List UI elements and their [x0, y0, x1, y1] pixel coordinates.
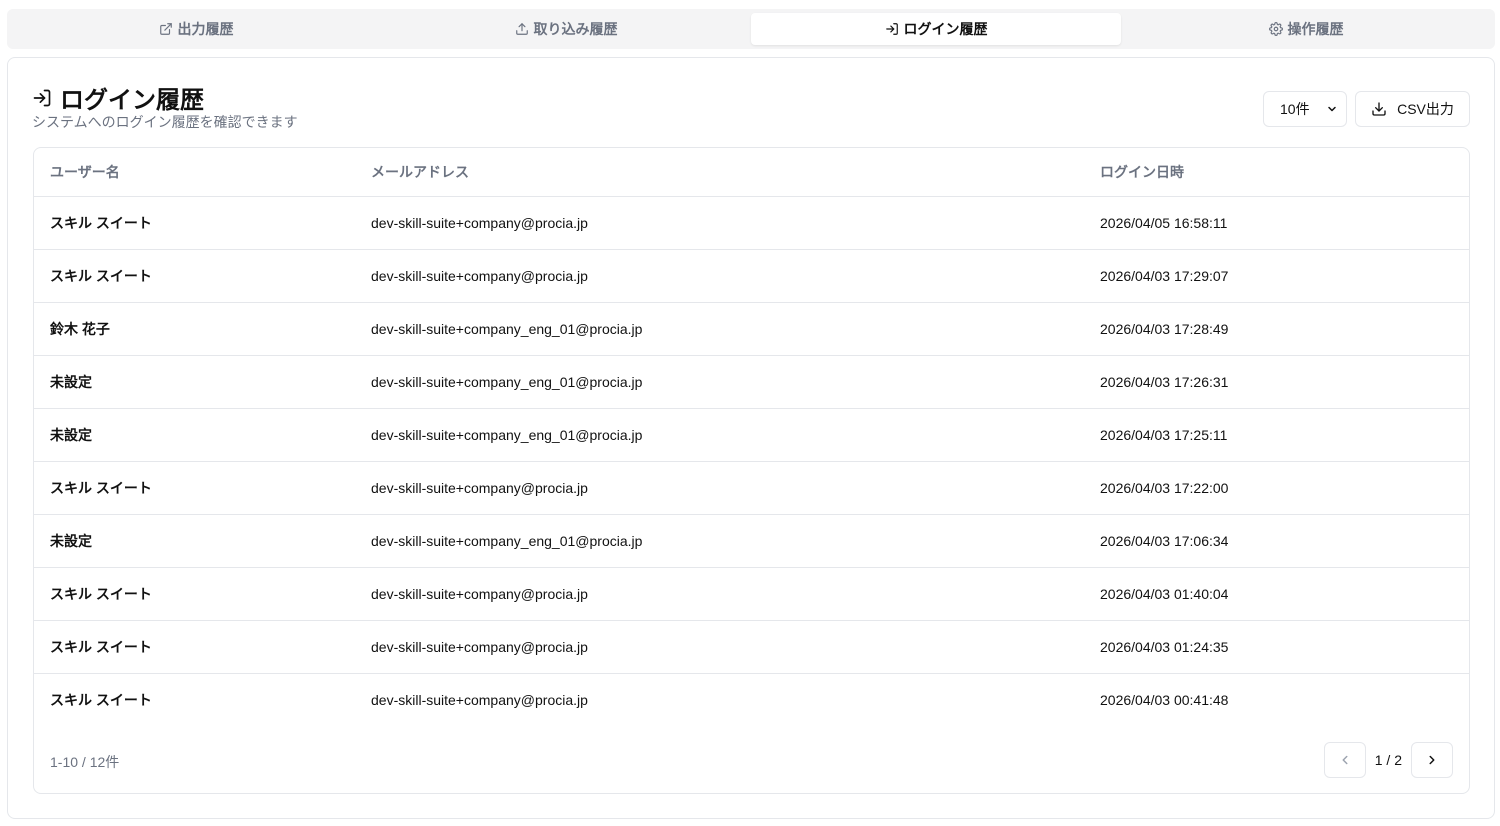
table-row: スキル スイート dev-skill-suite+company@procia.…: [34, 461, 1469, 515]
pagination: 1 / 2: [1323, 742, 1453, 778]
cell-email: dev-skill-suite+company@procia.jp: [355, 461, 1084, 515]
page-size-select[interactable]: 10件: [1263, 91, 1347, 127]
tab-label: ログイン履歴: [903, 21, 988, 37]
cell-email: dev-skill-suite+company@procia.jp: [355, 196, 1084, 250]
csv-export-button[interactable]: CSV出力: [1355, 91, 1470, 127]
cell-username: スキル スイート: [34, 461, 355, 515]
cell-username: 未設定: [34, 408, 355, 462]
login-history-table: ユーザー名 メールアドレス ログイン日時 スキル スイート dev-skill-…: [34, 148, 1469, 726]
table-row: 未設定 dev-skill-suite+company_eng_01@proci…: [34, 355, 1469, 409]
cell-username: スキル スイート: [34, 196, 355, 250]
upload-icon: [515, 23, 528, 35]
table-row: スキル スイート dev-skill-suite+company@procia.…: [34, 567, 1469, 621]
page-subtitle: システムへのログイン履歴を確認できます: [32, 114, 298, 130]
tab-operation-history[interactable]: 操作履歴: [1121, 13, 1491, 45]
cell-login-datetime: 2026/04/05 16:58:11: [1084, 196, 1469, 250]
cell-email: dev-skill-suite+company@procia.jp: [355, 567, 1084, 621]
cell-username: 未設定: [34, 355, 355, 409]
login-icon: [33, 89, 51, 106]
login-history-table-container: ユーザー名 メールアドレス ログイン日時 スキル スイート dev-skill-…: [33, 147, 1470, 794]
download-icon: [1372, 102, 1386, 116]
column-header-email: メールアドレス: [355, 148, 1084, 197]
cell-username: 鈴木 花子: [34, 302, 355, 356]
cell-login-datetime: 2026/04/03 01:24:35: [1084, 620, 1469, 674]
csv-export-label: CSV出力: [1397, 101, 1454, 117]
cell-username: 未設定: [34, 514, 355, 568]
previous-page-button[interactable]: [1323, 742, 1366, 778]
login-icon: [885, 23, 898, 35]
tab-import-history[interactable]: 取り込み履歴: [381, 13, 751, 45]
cell-login-datetime: 2026/04/03 01:40:04: [1084, 567, 1469, 621]
cell-username: スキル スイート: [34, 249, 355, 303]
cell-login-datetime: 2026/04/03 17:06:34: [1084, 514, 1469, 568]
column-header-username: ユーザー名: [34, 148, 355, 197]
cell-login-datetime: 2026/04/03 00:41:48: [1100, 691, 1229, 708]
tab-export-history[interactable]: 出力履歴: [11, 13, 381, 45]
gear-icon: [1268, 22, 1283, 36]
table-header-row: ユーザー名 メールアドレス ログイン日時: [34, 148, 1469, 197]
table-row: スキル スイート dev-skill-suite+company@procia.…: [34, 196, 1469, 250]
result-range-text: 1-10 / 12件: [50, 754, 120, 770]
table-row: スキル スイート dev-skill-suite+company@procia.…: [34, 249, 1469, 303]
cell-email: dev-skill-suite+company@procia.jp: [355, 249, 1084, 303]
cell-login-datetime: 2026/04/03 17:26:31: [1084, 355, 1469, 409]
next-page-button[interactable]: [1411, 742, 1453, 778]
table-row: 鈴木 花子 dev-skill-suite+company_eng_01@pro…: [34, 302, 1469, 356]
page-indicator: 1 / 2: [1374, 752, 1402, 768]
login-history-card: ログイン履歴 システムへのログイン履歴を確認できます 10件 CSV出力 ユーザ…: [7, 57, 1495, 819]
cell-email: dev-skill-suite+company_eng_01@procia.jp: [355, 302, 1084, 356]
cell-username: スキル スイート: [34, 567, 355, 621]
column-header-login-datetime: ログイン日時: [1084, 148, 1469, 197]
chevron-right-icon: [1429, 755, 1435, 765]
cell-email: dev-skill-suite+company_eng_01@procia.jp: [355, 355, 1084, 409]
cell-email: dev-skill-suite+company_eng_01@procia.jp: [355, 514, 1084, 568]
history-tabs: 出力履歴 取り込み履歴 ログイン履歴 操作履歴: [7, 9, 1495, 49]
cell-username: スキル スイート: [50, 691, 152, 708]
page-size-value: 10件: [1280, 101, 1310, 117]
table-row: 未設定 dev-skill-suite+company_eng_01@proci…: [34, 408, 1469, 462]
table-row: 未設定 dev-skill-suite+company_eng_01@proci…: [34, 514, 1469, 568]
chevron-left-icon: [1342, 755, 1348, 765]
table-row: スキル スイート dev-skill-suite+company@procia.…: [34, 620, 1469, 674]
title-row: ログイン履歴: [32, 80, 204, 115]
header-controls: 10件 CSV出力: [1263, 91, 1470, 127]
cell-login-datetime: 2026/04/03 17:25:11: [1084, 408, 1469, 462]
tab-label: 出力履歴: [177, 21, 234, 37]
table-row: スキル スイート dev-skill-suite+company@procia.…: [34, 673, 1469, 726]
page-title: ログイン履歴: [60, 87, 204, 114]
cell-email: dev-skill-suite+company@procia.jp: [371, 691, 588, 708]
cell-login-datetime: 2026/04/03 17:28:49: [1084, 302, 1469, 356]
cell-login-datetime: 2026/04/03 17:29:07: [1084, 249, 1469, 303]
external-link-icon: [159, 23, 172, 35]
cell-email: dev-skill-suite+company_eng_01@procia.jp: [355, 408, 1084, 462]
cell-username: スキル スイート: [34, 620, 355, 674]
cell-login-datetime: 2026/04/03 17:22:00: [1084, 461, 1469, 515]
tab-label: 取り込み履歴: [533, 21, 618, 37]
tab-login-history[interactable]: ログイン履歴: [751, 13, 1121, 45]
cell-email: dev-skill-suite+company@procia.jp: [355, 620, 1084, 674]
chevron-down-icon: [1328, 106, 1336, 112]
tab-label: 操作履歴: [1287, 21, 1344, 37]
